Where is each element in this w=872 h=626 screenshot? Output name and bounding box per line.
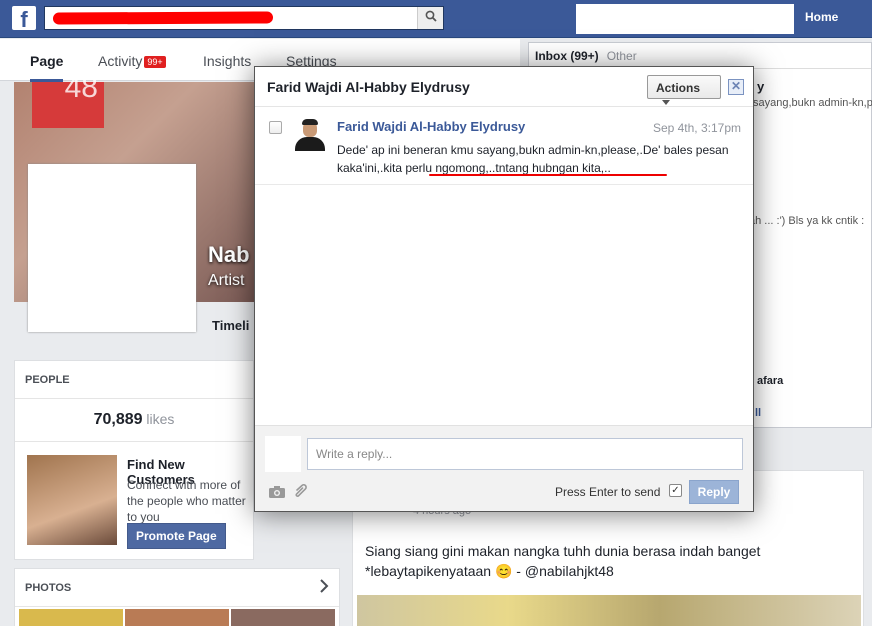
photos-card: PHOTOS bbox=[14, 568, 340, 626]
people-heading: PEOPLE bbox=[15, 361, 253, 399]
tab-other[interactable]: Other bbox=[607, 49, 637, 63]
conversation-dialog: Farid Wajdi Al-Habby Elydrusy Actions ✕ … bbox=[254, 66, 754, 512]
photo-strip bbox=[19, 609, 335, 626]
paperclip-icon[interactable] bbox=[293, 484, 307, 500]
photo-thumb[interactable] bbox=[19, 609, 123, 626]
press-enter-checkbox[interactable]: ✓ bbox=[669, 484, 682, 497]
top-bar: f Home bbox=[0, 0, 872, 38]
sender-avatar[interactable] bbox=[293, 117, 327, 151]
post-text: Siang siang gini makan nangka tuhh dunia… bbox=[365, 543, 761, 579]
likes-unit: likes bbox=[146, 411, 175, 427]
facebook-logo[interactable]: f bbox=[12, 6, 36, 30]
actions-button[interactable]: Actions bbox=[647, 75, 721, 106]
promo-text: Connect with more of the people who matt… bbox=[127, 478, 246, 524]
sender-name[interactable]: Farid Wajdi Al-Habby Elydrusy bbox=[337, 119, 525, 134]
promote-page-button[interactable]: Promote Page bbox=[127, 523, 226, 549]
chevron-right-icon[interactable] bbox=[319, 579, 329, 598]
inbox-fragment: y bbox=[757, 79, 765, 94]
my-avatar bbox=[265, 436, 301, 472]
inbox-fragment: afara bbox=[757, 375, 784, 387]
tab-insights[interactable]: Insights bbox=[203, 53, 251, 69]
inbox-fragment: sayang,bukn admin-kn,pl bbox=[753, 97, 872, 109]
redaction-mark bbox=[52, 11, 274, 25]
caret-down-icon bbox=[662, 100, 670, 106]
photos-heading[interactable]: PHOTOS bbox=[15, 569, 339, 607]
activity-badge: 99+ bbox=[144, 56, 166, 69]
cover-badge: 48 bbox=[32, 73, 104, 128]
inbox-fragment: ah ... :') Bls ya kk cntik : bbox=[749, 215, 865, 227]
tab-page[interactable]: Page bbox=[30, 53, 64, 82]
tab-activity[interactable]: Activity 99+ bbox=[98, 53, 166, 69]
page-category: Artist bbox=[208, 272, 245, 289]
tab-timeline[interactable]: Timeli bbox=[212, 318, 249, 333]
camera-icon[interactable] bbox=[269, 486, 285, 498]
redacted-area bbox=[576, 4, 794, 34]
likes-count[interactable]: 70,889 likes bbox=[15, 399, 253, 442]
people-card: PEOPLE 70,889 likes Find New Customers C… bbox=[14, 360, 254, 560]
photo-thumb[interactable] bbox=[231, 609, 335, 626]
reply-area: Press Enter to send ✓ Reply bbox=[255, 425, 753, 511]
tab-inbox[interactable]: Inbox (99+) bbox=[535, 49, 599, 63]
inbox-fragment[interactable]: ll bbox=[755, 407, 761, 419]
press-enter-label: Press Enter to send bbox=[555, 485, 661, 499]
home-link[interactable]: Home bbox=[805, 10, 838, 24]
page-name[interactable]: Nab bbox=[208, 242, 250, 268]
close-icon[interactable]: ✕ bbox=[728, 79, 744, 95]
reply-button[interactable]: Reply bbox=[689, 480, 739, 504]
search-icon[interactable] bbox=[417, 7, 443, 29]
dialog-title: Farid Wajdi Al-Habby Elydrusy bbox=[267, 79, 470, 95]
likes-number: 70,889 bbox=[93, 411, 143, 428]
post-photo[interactable] bbox=[357, 595, 861, 626]
message-body: Dede' ap ini beneran kmu sayang,bukn adm… bbox=[337, 143, 729, 175]
dialog-header: Farid Wajdi Al-Habby Elydrusy Actions ✕ bbox=[255, 67, 753, 107]
tab-activity-label: Activity bbox=[98, 53, 143, 69]
message-checkbox[interactable] bbox=[269, 121, 282, 134]
promo-image bbox=[27, 455, 117, 545]
message-time: Sep 4th, 3:17pm bbox=[652, 121, 741, 135]
red-underline-annotation bbox=[429, 174, 667, 176]
actions-label: Actions bbox=[656, 81, 701, 95]
search-input[interactable] bbox=[44, 6, 444, 30]
reply-input[interactable] bbox=[307, 438, 743, 470]
profile-picture[interactable] bbox=[28, 164, 196, 332]
photo-thumb[interactable] bbox=[125, 609, 229, 626]
